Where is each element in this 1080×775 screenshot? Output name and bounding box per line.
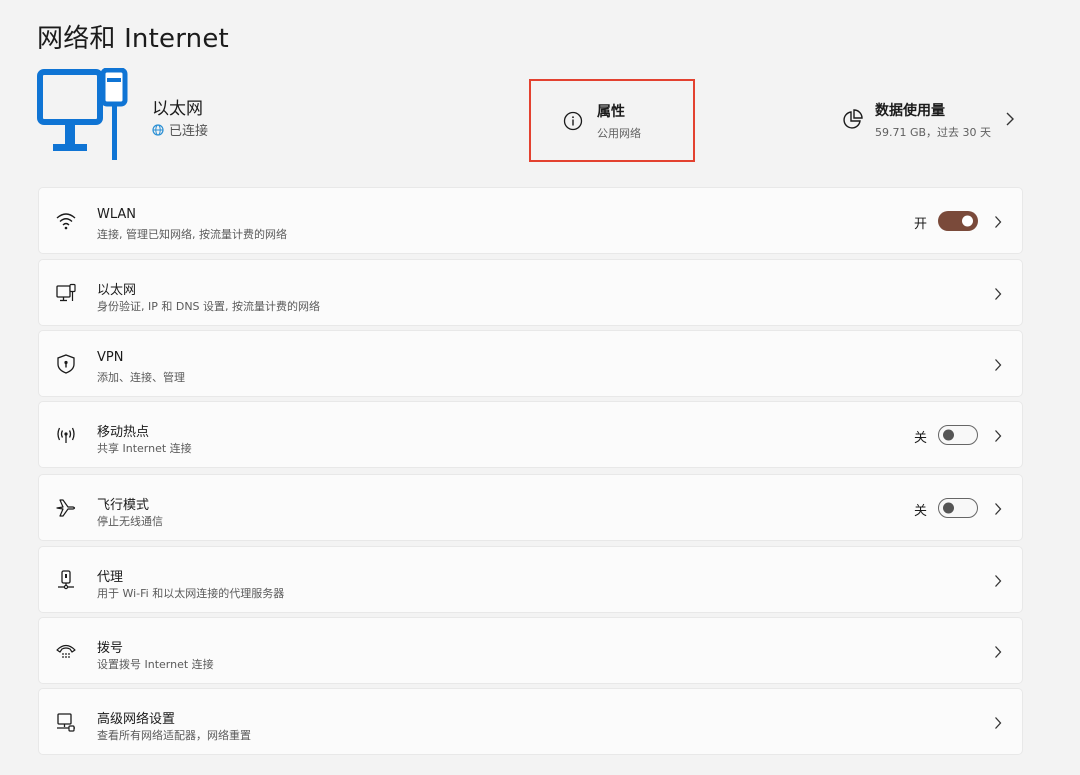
- toggle-knob: [962, 215, 973, 227]
- chevron-right-icon: [995, 575, 1002, 587]
- chevron-right-icon: [995, 503, 1002, 515]
- proxy-title: 代理: [97, 570, 124, 585]
- vpn-title: VPN: [97, 350, 124, 365]
- properties-title: 属性: [597, 103, 625, 120]
- chevron-right-icon: [995, 359, 1002, 371]
- ethernet-icon: [56, 283, 76, 302]
- pie-chart-icon: [843, 109, 863, 129]
- proxy-row[interactable]: 代理 用于 Wi-Fi 和以太网连接的代理服务器: [38, 546, 1023, 613]
- proxy-subtitle: 用于 Wi-Fi 和以太网连接的代理服务器: [97, 587, 285, 600]
- mobile-hotspot-subtitle: 共享 Internet 连接: [97, 442, 192, 455]
- mobile-hotspot-title: 移动热点: [97, 425, 150, 440]
- airplane-mode-title: 飞行模式: [97, 498, 150, 513]
- chevron-right-icon: [1006, 112, 1014, 126]
- advanced-network-settings-subtitle: 查看所有网络适配器，网络重置: [97, 729, 251, 742]
- connection-name: 以太网: [152, 99, 203, 119]
- ethernet-title: 以太网: [97, 283, 137, 298]
- chevron-right-icon: [995, 430, 1002, 442]
- properties-subtitle: 公用网络: [597, 126, 641, 140]
- monitor-ethernet-icon: [37, 68, 128, 160]
- mobile-hotspot-toggle-label: 关: [913, 431, 927, 446]
- chevron-right-icon: [995, 646, 1002, 658]
- advanced-network-settings-row[interactable]: 高级网络设置 查看所有网络适配器，网络重置: [38, 688, 1023, 755]
- globe-icon: [152, 123, 164, 136]
- wlan-toggle[interactable]: [938, 211, 978, 231]
- ethernet-subtitle: 身份验证, IP 和 DNS 设置, 按流量计费的网络: [97, 300, 321, 313]
- wlan-subtitle: 连接, 管理已知网络, 按流量计费的网络: [97, 228, 287, 241]
- airplane-mode-row[interactable]: 飞行模式 停止无线通信 关: [38, 474, 1023, 541]
- data-usage-title: 数据使用量: [875, 103, 945, 119]
- mobile-hotspot-toggle[interactable]: [938, 425, 978, 445]
- info-icon: [563, 111, 583, 130]
- airplane-icon: [56, 499, 76, 517]
- vpn-row[interactable]: VPN 添加、连接、管理: [38, 330, 1023, 397]
- dial-up-row[interactable]: 拨号 设置拨号 Internet 连接: [38, 617, 1023, 684]
- wifi-icon: [56, 213, 76, 230]
- shield-icon: [57, 354, 75, 374]
- dial-up-subtitle: 设置拨号 Internet 连接: [97, 658, 214, 671]
- chevron-right-icon: [995, 288, 1002, 300]
- ethernet-row[interactable]: 以太网 身份验证, IP 和 DNS 设置, 按流量计费的网络: [38, 259, 1023, 326]
- properties-card[interactable]: 属性 公用网络: [529, 79, 695, 162]
- wlan-toggle-label: 开: [913, 217, 927, 232]
- hotspot-icon: [57, 427, 75, 443]
- chevron-right-icon: [995, 717, 1002, 729]
- wlan-title: WLAN: [97, 207, 137, 222]
- data-usage-subtitle: 59.71 GB，过去 30 天: [875, 126, 992, 139]
- dialup-icon: [56, 644, 76, 658]
- airplane-mode-toggle[interactable]: [938, 498, 978, 518]
- connection-status-text: 已连接: [169, 124, 209, 139]
- wlan-row[interactable]: WLAN 连接, 管理已知网络, 按流量计费的网络 开: [38, 187, 1023, 254]
- mobile-hotspot-row[interactable]: 移动热点 共享 Internet 连接 关: [38, 401, 1023, 468]
- advanced-network-icon: [57, 713, 75, 732]
- data-usage-card[interactable]: 数据使用量 59.71 GB，过去 30 天: [841, 98, 1021, 142]
- proxy-icon: [58, 570, 74, 590]
- advanced-network-settings-title: 高级网络设置: [97, 712, 176, 727]
- dial-up-title: 拨号: [97, 641, 124, 656]
- airplane-mode-subtitle: 停止无线通信: [97, 515, 163, 528]
- airplane-mode-toggle-label: 关: [913, 504, 927, 519]
- page-title: 网络和 Internet: [37, 24, 229, 54]
- chevron-right-icon: [995, 216, 1002, 228]
- connection-status: 已连接: [152, 120, 208, 139]
- toggle-knob: [943, 502, 954, 514]
- toggle-knob: [943, 429, 954, 441]
- vpn-subtitle: 添加、连接、管理: [97, 371, 185, 384]
